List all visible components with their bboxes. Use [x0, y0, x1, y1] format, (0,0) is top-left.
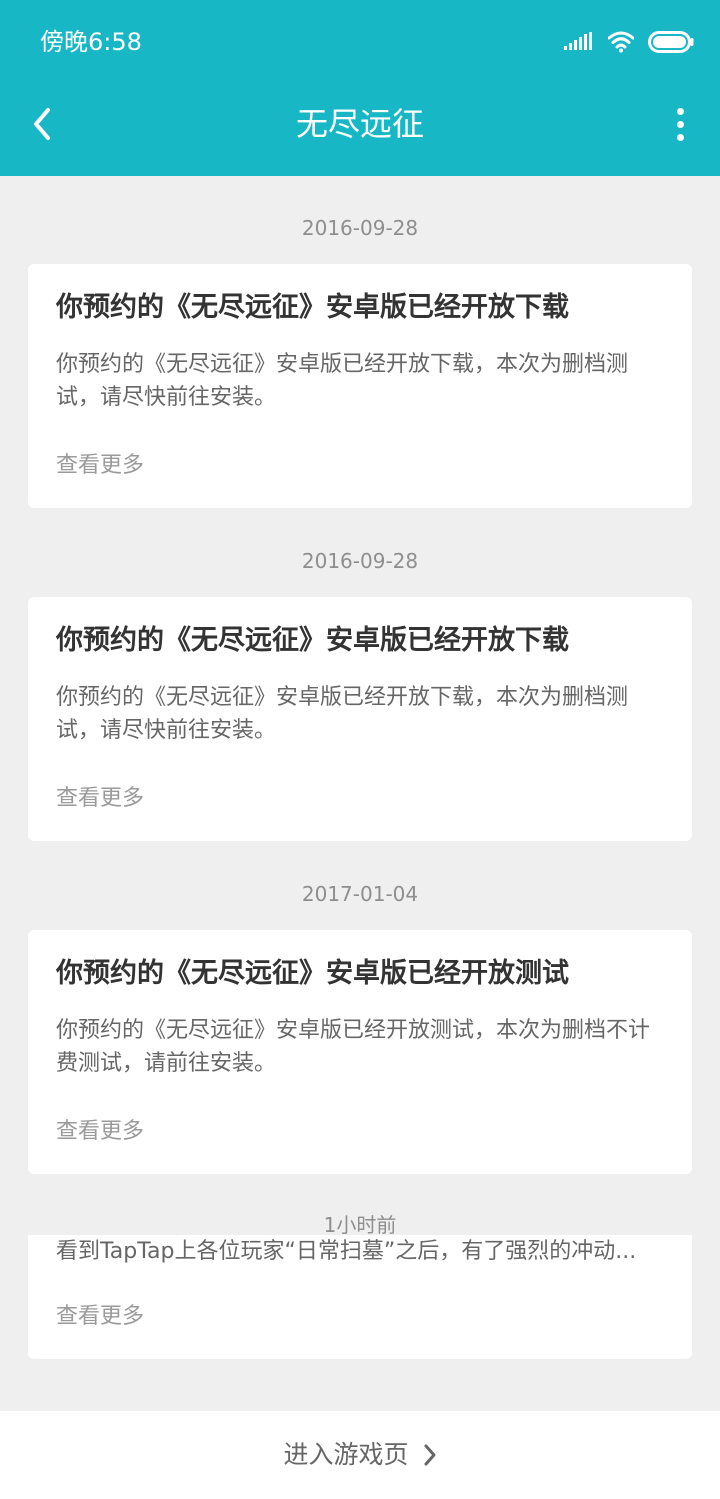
status-bar: 傍晚6:58	[0, 0, 720, 84]
status-icons	[564, 28, 694, 56]
status-time: 傍晚6:58	[40, 28, 142, 56]
card-title: 你预约的《无尽远征》安卓版已经开放下载	[56, 292, 569, 323]
nav-bar: 无尽远征	[0, 84, 720, 176]
notification-card[interactable]: 你预约的《无尽远征》安卓版已经开放下载 你预约的《无尽远征》安卓版已经开放下载，…	[28, 264, 692, 508]
more-vertical-icon	[676, 107, 684, 115]
chevron-right-icon	[424, 1444, 435, 1466]
card-body: 你预约的《无尽远征》安卓版已经开放下载，本次为删档测试，请尽快前往安装。	[56, 352, 629, 410]
notification-card[interactable]: 你预约的《无尽远征》安卓版已经开放测试 你预约的《无尽远征》安卓版已经开放测试，…	[28, 930, 692, 1174]
view-more-link[interactable]: 查看更多	[56, 1117, 144, 1147]
card-body: 你预约的《无尽远征》安卓版已经开放测试，本次为删档不计费测试，请前往安装。	[56, 1018, 651, 1076]
date-label: 1小时前	[323, 1213, 397, 1235]
header: 傍晚6:58 无尽远征	[0, 0, 720, 176]
view-more-link[interactable]: 查看更多	[56, 1302, 144, 1332]
battery-icon	[648, 31, 694, 53]
enter-game-page-label: 进入游戏页	[283, 1440, 409, 1469]
page-title: 无尽远征	[295, 105, 424, 143]
notification-card[interactable]: 看到TapTap上各位玩家“日常扫墓”之后，有了强烈的冲动... 查看更多	[28, 1235, 692, 1359]
card-title: 你预约的《无尽远征》安卓版已经开放下载	[56, 625, 569, 656]
notification-card[interactable]: 你预约的《无尽远征》安卓版已经开放下载 你预约的《无尽远征》安卓版已经开放下载，…	[28, 597, 692, 841]
card-body: 看到TapTap上各位玩家“日常扫墓”之后，有了强烈的冲动...	[56, 1239, 637, 1264]
view-more-link[interactable]: 查看更多	[56, 784, 144, 814]
card-body: 你预约的《无尽远征》安卓版已经开放下载，本次为删档测试，请尽快前往安装。	[56, 685, 629, 743]
signal-icon	[564, 32, 592, 50]
date-label: 2016-09-28	[301, 216, 419, 240]
view-more-link[interactable]: 查看更多	[56, 451, 144, 481]
date-label: 2017-01-04	[301, 882, 419, 906]
more-options-button[interactable]	[670, 102, 690, 146]
date-label: 2016-09-28	[301, 549, 419, 573]
wifi-icon	[608, 31, 634, 53]
card-title: 你预约的《无尽远征》安卓版已经开放测试	[56, 958, 569, 989]
enter-game-page-button[interactable]: 进入游戏页	[0, 1411, 720, 1499]
app-root: 傍晚6:58 无尽远征 2016-09-28 你预约的《无尽远征》安卓版已经开放…	[0, 0, 720, 1499]
